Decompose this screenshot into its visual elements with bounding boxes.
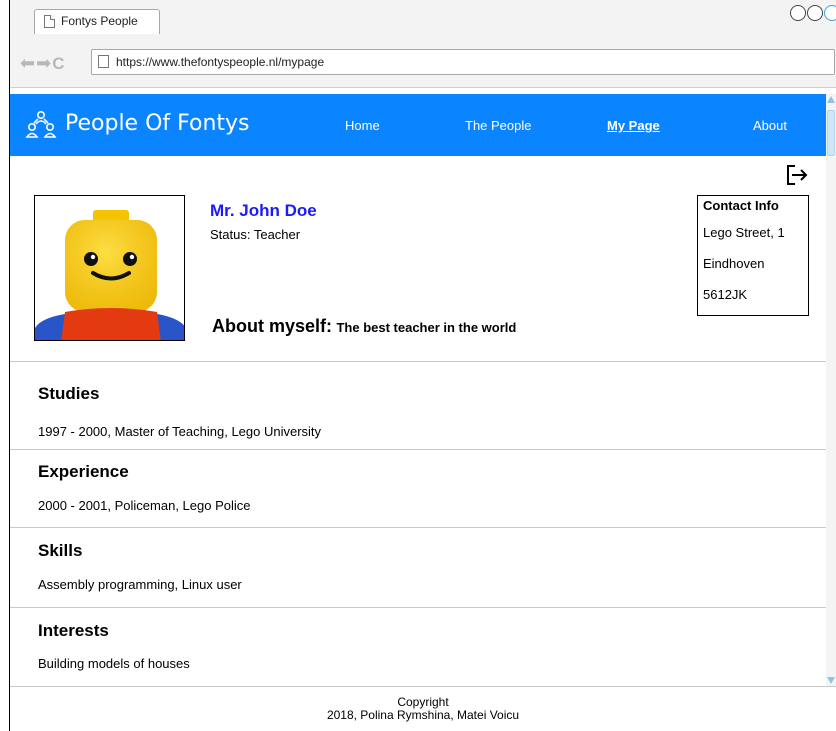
scrollbar-thumb[interactable] bbox=[827, 110, 835, 156]
minimize-button[interactable] bbox=[790, 5, 806, 21]
section-interests: Interests Building models of houses bbox=[10, 607, 826, 686]
contact-postcode: 5612JK bbox=[703, 287, 748, 302]
back-arrow-icon[interactable]: ⬅ bbox=[20, 53, 35, 74]
footer-authors: 2018, Polina Rymshina, Matei Voicu bbox=[326, 708, 520, 722]
about-text: The best teacher in the world bbox=[336, 320, 517, 335]
site-title[interactable]: People Of Fontys bbox=[65, 111, 250, 136]
scroll-down-arrow-icon[interactable] bbox=[827, 677, 835, 684]
forward-arrow-icon[interactable]: ➡ bbox=[36, 53, 51, 74]
section-skills: Skills Assembly programming, Linux user bbox=[10, 527, 826, 607]
people-group-icon bbox=[25, 110, 57, 138]
url-input[interactable]: https://www.thefontyspeople.nl/mypage bbox=[91, 49, 835, 75]
site-header: People Of Fontys Home The People My Page… bbox=[10, 94, 826, 156]
vertical-scrollbar[interactable] bbox=[826, 94, 836, 686]
window-controls bbox=[790, 5, 836, 21]
section-experience: Experience 2000 - 2001, Policeman, Lego … bbox=[10, 449, 826, 527]
profile-name: Mr. John Doe bbox=[210, 201, 317, 220]
section-heading: Studies bbox=[38, 384, 100, 403]
reload-icon[interactable]: C bbox=[52, 54, 64, 74]
section-heading: Experience bbox=[38, 462, 129, 481]
nav-about-link[interactable]: About bbox=[753, 118, 787, 133]
section-body: Assembly programming, Linux user bbox=[38, 577, 242, 592]
section-heading: Interests bbox=[38, 621, 109, 640]
contact-street: Lego Street, 1 bbox=[703, 225, 785, 240]
nav-home-link[interactable]: Home bbox=[345, 118, 380, 133]
about-myself: About myself: The best teacher in the wo… bbox=[212, 316, 516, 337]
section-heading: Skills bbox=[38, 541, 83, 560]
document-icon bbox=[44, 15, 55, 28]
nav-the-people-link[interactable]: The People bbox=[465, 118, 532, 133]
contact-info-box: Contact Info Lego Street, 1 Eindhoven 56… bbox=[697, 195, 809, 316]
profile-status: Status: Teacher bbox=[210, 227, 301, 242]
scroll-up-arrow-icon[interactable] bbox=[827, 96, 835, 103]
section-studies: Studies 1997 - 2000, Master of Teaching,… bbox=[10, 361, 826, 449]
lego-figure-avatar bbox=[35, 196, 184, 340]
nav-my-page-link[interactable]: My Page bbox=[607, 118, 660, 133]
logout-icon[interactable] bbox=[785, 164, 809, 186]
section-body: 1997 - 2000, Master of Teaching, Lego Un… bbox=[38, 424, 322, 439]
maximize-button[interactable] bbox=[807, 5, 823, 21]
section-body: 2000 - 2001, Policeman, Lego Police bbox=[38, 498, 251, 513]
avatar bbox=[34, 195, 185, 341]
footer: Copyright 2018, Polina Rymshina, Matei V… bbox=[10, 686, 836, 731]
browser-tab-title: Fontys People bbox=[61, 14, 138, 28]
contact-title: Contact Info bbox=[703, 198, 779, 213]
browser-nav-buttons: ⬅ ➡ C bbox=[20, 53, 65, 74]
about-heading: About myself: bbox=[212, 316, 333, 336]
page-icon bbox=[98, 55, 109, 68]
browser-address-bar: ⬅ ➡ C https://www.thefontyspeople.nl/mypag… bbox=[10, 36, 836, 88]
browser-tab[interactable]: Fontys People bbox=[34, 9, 160, 34]
close-button[interactable] bbox=[824, 5, 836, 21]
contact-city: Eindhoven bbox=[703, 256, 765, 271]
url-text: https://www.thefontyspeople.nl/mypage bbox=[116, 55, 325, 69]
browser-tab-bar: Fontys People bbox=[10, 0, 836, 36]
section-body: Building models of houses bbox=[38, 656, 190, 671]
footer-copyright: Copyright bbox=[397, 695, 449, 709]
